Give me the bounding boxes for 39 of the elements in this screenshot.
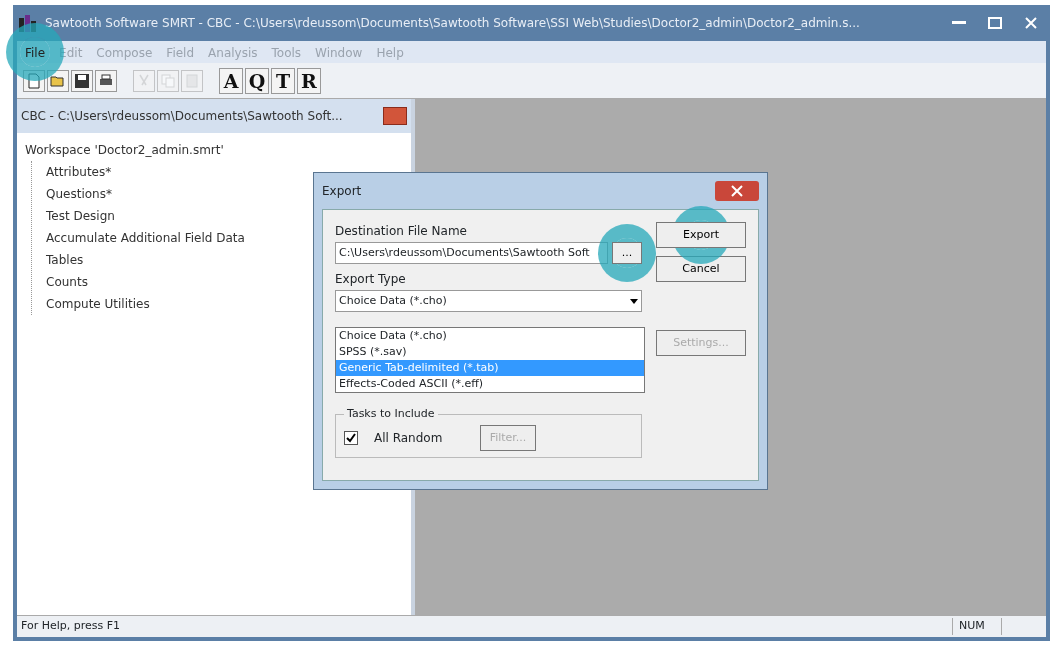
tree-item[interactable]: Compute Utilities: [46, 297, 150, 311]
dialog-button[interactable]: Export: [656, 222, 746, 248]
checkbox[interactable]: [344, 431, 358, 445]
toolbar-button[interactable]: R: [297, 67, 321, 94]
toolbar-button[interactable]: Q: [245, 67, 269, 94]
tree-item[interactable]: Questions*: [46, 187, 112, 201]
dropdown-option[interactable]: Effects-Coded ASCII (*.eff): [336, 376, 644, 392]
tree-item[interactable]: Attributes*: [46, 165, 112, 179]
status-text: For Help, press F1: [21, 618, 122, 635]
tree-item[interactable]: Counts: [46, 275, 88, 289]
dropdown-option[interactable]: Choice Data (*.cho): [336, 328, 644, 344]
close-button[interactable]: [715, 181, 759, 201]
maximize-icon[interactable]: [988, 17, 1002, 29]
save-icon[interactable]: [71, 69, 93, 92]
field-label: Destination File Name: [335, 223, 468, 240]
browse-button[interactable]: ...: [612, 242, 642, 264]
close-icon[interactable]: [1025, 17, 1037, 29]
minimize-icon[interactable]: [952, 21, 966, 25]
caret-icon: [630, 298, 638, 304]
close-button[interactable]: [383, 107, 407, 125]
dropdown-option[interactable]: SPSS (*.sav): [336, 344, 644, 360]
close-icon: [731, 185, 743, 197]
study-window-title: CBC - C:\Users\rdeussom\Documents\Sawtooth Soft...: [21, 108, 343, 125]
toolbar-button[interactable]: T: [271, 67, 295, 94]
export-type-dropdown[interactable]: Choice Data (*.cho): [335, 290, 642, 312]
menu-item[interactable]: File: [25, 44, 46, 60]
toolbar-button[interactable]: A: [219, 67, 243, 94]
field-label: Export Type: [335, 271, 407, 288]
tree-item[interactable]: Tables: [46, 253, 84, 267]
num-lock-indicator: NUM: [952, 618, 1002, 635]
folder-icon[interactable]: [47, 69, 69, 92]
checkbox-label: All Random: [374, 430, 444, 447]
printer-icon[interactable]: [95, 69, 117, 92]
dialog-button[interactable]: Cancel: [656, 256, 746, 282]
dialog-title: Export: [322, 183, 362, 200]
tree-item[interactable]: Workspace 'Doctor2_admin.smrt': [25, 143, 224, 157]
tree-item[interactable]: Test Design: [46, 209, 115, 223]
tree-item[interactable]: Accumulate Additional Field Data: [46, 231, 245, 245]
window-title: Sawtooth Software SMRT - CBC - C:\Users\rdeussom\Documents\Sawtooth Software\SSI Web\Studies\Doctor2_admin\Doctor2_admin.s...: [45, 15, 861, 32]
